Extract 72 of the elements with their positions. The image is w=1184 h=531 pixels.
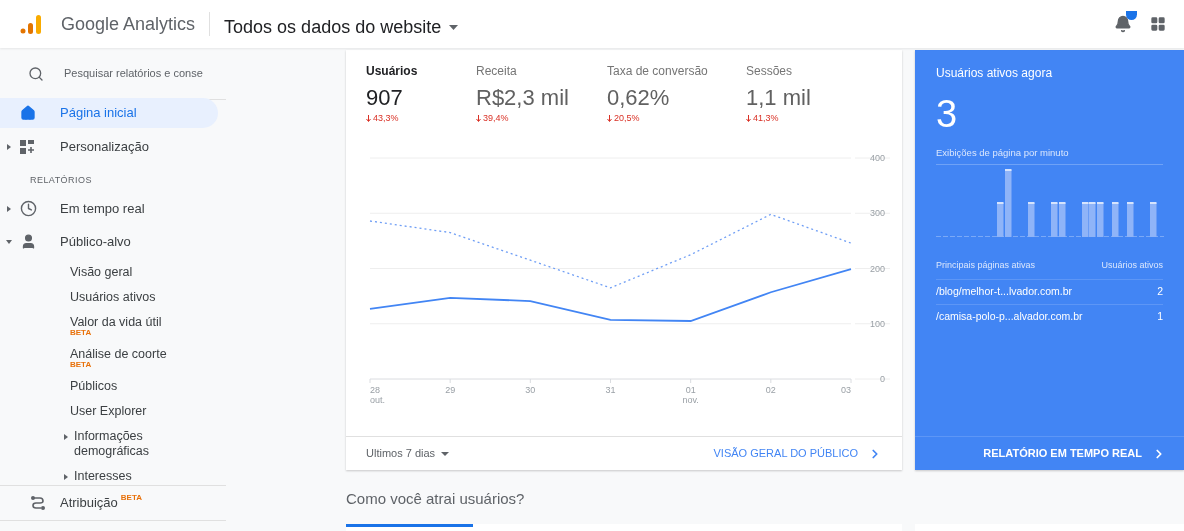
clock-icon	[19, 200, 37, 217]
change-value: 39,4%	[483, 112, 509, 125]
nav-item[interactable]: Em tempo real	[0, 193, 218, 224]
x-tick-label: 03	[841, 385, 851, 395]
column-header: Usuários ativos	[1101, 259, 1163, 273]
nav-item[interactable]: Página inicial	[0, 98, 218, 128]
caret-icon	[63, 473, 69, 480]
metric-tab[interactable]: Sessões 1,1 mil 41,3%	[746, 62, 866, 154]
table-cell-text: 2	[1157, 283, 1163, 299]
nav-subitem[interactable]: Visão geral	[0, 259, 218, 285]
caret-icon	[449, 24, 459, 30]
card-subtitle: Exibições de página por minuto	[936, 146, 1163, 166]
down-arrow-icon	[476, 115, 481, 123]
caret-icon	[441, 451, 450, 456]
audience-overview-link[interactable]: VISÃO GERAL DO PÚBLICO	[713, 445, 882, 462]
table-cell-text: /camisa-polo-p...alvador.com.br	[936, 309, 1083, 325]
table-cell-text: /blog/melhor-t...lvador.com.br	[936, 283, 1072, 299]
x-tick-label: 29	[445, 385, 456, 395]
property-selector[interactable]: Todos os dados do website	[224, 13, 459, 41]
change-value: 43,3%	[373, 112, 399, 125]
metric-tab[interactable]: Receita R$2,3 mil 39,4%	[476, 62, 607, 154]
beta-label: BETA	[70, 360, 93, 369]
metric-tab[interactable]: Taxa de conversão 0,62% 20,5%	[607, 62, 746, 154]
logo-icon	[20, 14, 44, 34]
nav-subitem[interactable]: Análise de coorte BETA	[0, 341, 218, 374]
x-tick-label: 01 nov.	[682, 385, 699, 405]
column-header: Principais páginas ativas	[936, 259, 1036, 273]
caret-icon	[6, 238, 12, 245]
y-tick-label: 0	[880, 374, 885, 384]
search-icon	[28, 65, 44, 82]
down-arrow-icon	[366, 115, 371, 123]
active-users-count: 3	[936, 92, 959, 136]
route-icon	[30, 495, 46, 511]
realtime-report-link[interactable]: RELATÓRIO EM TEMPO REAL	[983, 445, 1166, 462]
beta-label: BETA	[70, 328, 93, 337]
change-value: 41,3%	[753, 112, 779, 125]
x-tick-label: 31	[605, 385, 616, 395]
section-heading: Como você atrai usuários?	[346, 489, 526, 509]
caret-icon	[6, 144, 12, 150]
caret-icon	[6, 205, 12, 212]
search-field[interactable]: Pesquisar relatórios e conse	[64, 65, 204, 82]
metric-tab[interactable]: Usuários 907 43,3%	[366, 62, 476, 154]
dashboard-icon	[20, 140, 36, 154]
caret-icon	[63, 433, 69, 440]
nav-item[interactable]: Atribuição	[60, 493, 118, 513]
product-name: Google Analytics	[61, 12, 196, 36]
x-tick-label: 30	[525, 385, 536, 395]
home-icon	[20, 105, 36, 121]
beta-label: BETA	[120, 492, 142, 504]
nav-item[interactable]: Público-alvo	[0, 226, 218, 257]
date-range-dropdown[interactable]: Ultimos 7 dias	[366, 445, 450, 462]
nav-subitem[interactable]: Interesses	[0, 463, 218, 489]
nav-item[interactable]: Personalização	[0, 132, 218, 162]
nav-subitem[interactable]: User Explorer	[0, 398, 218, 424]
nav-subitem[interactable]: Informações demográficas	[0, 423, 218, 464]
card-title: Usuários ativos agora	[936, 65, 1054, 82]
table-cell-text: 1	[1157, 309, 1163, 325]
y-tick-label: 400	[869, 154, 885, 163]
nav-subitem[interactable]: Usuários ativos	[0, 284, 218, 310]
x-tick-label: 28 out.	[370, 385, 385, 405]
bell-icon	[1114, 15, 1132, 33]
nav-subitem[interactable]: Públicos	[0, 373, 218, 399]
section-title: RELATÓRIOS	[29, 174, 93, 187]
change-value: 20,5%	[614, 112, 640, 125]
down-arrow-icon	[607, 115, 612, 123]
nav-subitem[interactable]: Valor da vida útil BETA	[0, 309, 218, 342]
apps-icon[interactable]	[1150, 16, 1166, 32]
y-tick-label: 300	[869, 208, 885, 219]
down-arrow-icon	[746, 115, 751, 123]
x-tick-label: 02	[765, 385, 776, 395]
y-tick-label: 200	[869, 263, 885, 274]
y-tick-label: 100	[869, 318, 885, 329]
